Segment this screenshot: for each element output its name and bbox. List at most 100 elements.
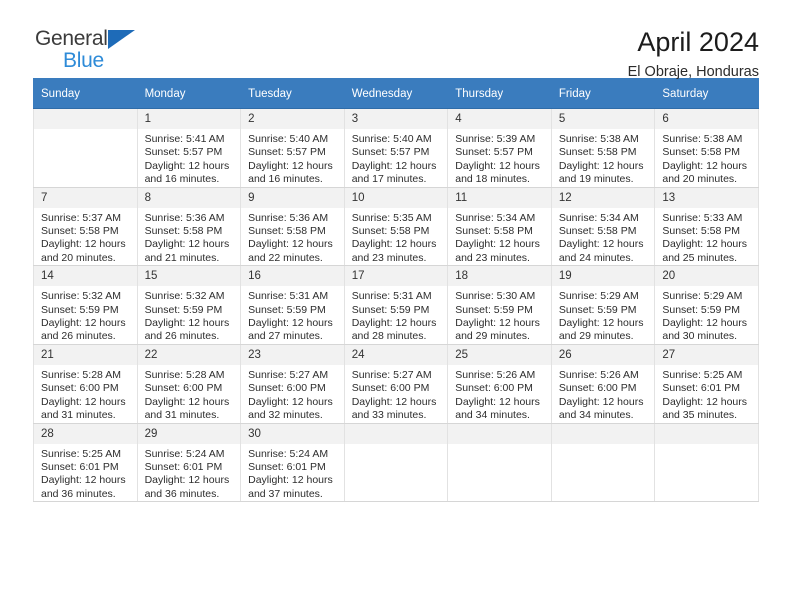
sunrise-text: Sunrise: 5:28 AM [41, 368, 121, 381]
title-block: April 2024 El Obraje, Honduras [628, 26, 759, 81]
sunrise-text: Sunrise: 5:39 AM [455, 133, 536, 145]
daylight-text-line2: and 31 minutes. [41, 409, 116, 422]
sunset-text: Sunset: 5:57 PM [248, 146, 326, 159]
calendar-day-number [34, 109, 137, 129]
daylight-text-line2: and 23 minutes. [455, 251, 530, 264]
calendar-day-cell[interactable]: 25 Sunrise: 5:26 AM Sunset: 6:00 PM Dayligh… [447, 344, 552, 424]
calendar-day-cell[interactable]: 13 Sunrise: 5:33 AM Sunset: 5:58 PM Dayligh… [654, 187, 759, 267]
calendar-day-cell[interactable]: 12 Sunrise: 5:34 AM Sunset: 5:58 PM Dayligh… [550, 187, 656, 267]
sunset-text: Sunset: 6:00 PM [248, 382, 326, 395]
calendar-day-cell[interactable]: 8 Sunrise: 5:36 AM Sunset: 5:58 PM Daylight… [136, 187, 242, 267]
calendar-day-details: Sunrise: 5:41 AM Sunset: 5:57 PM Daylight:… [138, 129, 241, 187]
sunrise-text: Sunrise: 5:28 AM [144, 368, 225, 381]
calendar-day-number: 2 [241, 109, 344, 129]
calendar-day-cell[interactable]: 17 Sunrise: 5:31 AM Sunset: 5:59 PM Dayligh… [343, 265, 449, 345]
calendar-day-cell-empty [343, 423, 449, 503]
calendar-day-cell[interactable]: 27 Sunrise: 5:25 AM Sunset: 6:01 PM Dayligh… [654, 344, 759, 424]
calendar-day-cell[interactable]: 1 Sunrise: 5:41 AM Sunset: 5:57 PM Daylight… [136, 108, 242, 188]
sunrise-text: Sunrise: 5:34 AM [558, 211, 639, 224]
daylight-text-line2: and 30 minutes. [662, 330, 738, 343]
calendar-day-cell[interactable]: 7 Sunrise: 5:37 AM Sunset: 5:58 PM Daylight… [33, 187, 138, 267]
daylight-text-line2: and 21 minutes. [144, 251, 220, 264]
calendar-day-details: Sunrise: 5:39 AM Sunset: 5:57 PM Daylight:… [448, 129, 551, 187]
sunrise-text: Sunrise: 5:29 AM [558, 290, 639, 303]
daylight-text-line1: Daylight: 12 hours [248, 238, 333, 251]
logo-triangle-icon [108, 30, 135, 49]
daylight-text-line2: and 29 minutes. [455, 330, 530, 343]
calendar-day-cell[interactable]: 3 Sunrise: 5:40 AM Sunset: 5:57 PM Daylight… [343, 108, 449, 188]
sunset-text: Sunset: 5:58 PM [662, 225, 741, 238]
weekday-header-tuesday: Tuesday [240, 78, 345, 109]
sunset-text: Sunset: 5:58 PM [144, 225, 223, 238]
calendar-day-cell-empty [447, 423, 552, 503]
sunset-text: Sunset: 5:59 PM [248, 303, 326, 316]
calendar-day-cell[interactable]: 9 Sunrise: 5:36 AM Sunset: 5:58 PM Daylight… [240, 187, 345, 267]
daylight-text-line2: and 25 minutes. [662, 251, 738, 264]
calendar-day-number: 13 [655, 187, 758, 208]
calendar-day-cell[interactable]: 16 Sunrise: 5:31 AM Sunset: 5:59 PM Dayligh… [240, 265, 345, 345]
calendar-day-cell[interactable]: 19 Sunrise: 5:29 AM Sunset: 5:59 PM Dayligh… [550, 265, 656, 345]
calendar-day-cell[interactable]: 23 Sunrise: 5:27 AM Sunset: 6:00 PM Dayligh… [240, 344, 345, 424]
calendar-day-cell[interactable]: 10 Sunrise: 5:35 AM Sunset: 5:58 PM Dayligh… [343, 187, 449, 267]
sunset-text: Sunset: 5:58 PM [41, 225, 119, 238]
calendar-day-number: 29 [137, 423, 241, 444]
daylight-text-line1: Daylight: 12 hours [144, 395, 230, 408]
calendar-day-cell[interactable]: 30 Sunrise: 5:24 AM Sunset: 6:01 PM Dayligh… [240, 423, 345, 503]
calendar-day-details: Sunrise: 5:34 AM Sunset: 5:58 PM Daylight:… [552, 208, 655, 266]
calendar-day-details: Sunrise: 5:29 AM Sunset: 5:59 PM Daylight:… [655, 286, 758, 344]
calendar-day-cell[interactable]: 26 Sunrise: 5:26 AM Sunset: 6:00 PM Dayligh… [550, 344, 656, 424]
generalblue-logo[interactable]: General Blue [33, 26, 153, 78]
calendar-week-row: 28 Sunrise: 5:25 AM Sunset: 6:01 PM Dayligh… [33, 423, 759, 503]
calendar-day-cell[interactable]: 11 Sunrise: 5:34 AM Sunset: 5:58 PM Dayligh… [447, 187, 552, 267]
sunset-text: Sunset: 5:59 PM [558, 303, 637, 316]
daylight-text-line2: and 16 minutes. [248, 173, 323, 186]
logo-text-general: General [35, 27, 108, 50]
calendar-page: General Blue April 2024 El Obraje, Hondu… [0, 0, 792, 612]
page-header: General Blue April 2024 El Obraje, Hondu… [33, 0, 759, 80]
daylight-text-line1: Daylight: 12 hours [41, 238, 126, 251]
calendar-day-cell[interactable]: 5 Sunrise: 5:38 AM Sunset: 5:58 PM Daylight… [550, 108, 656, 188]
sunrise-text: Sunrise: 5:34 AM [455, 211, 536, 224]
sunset-text: Sunset: 5:58 PM [455, 225, 533, 238]
daylight-text-line1: Daylight: 12 hours [351, 395, 437, 408]
daylight-text-line2: and 26 minutes. [41, 330, 116, 343]
calendar-day-number: 23 [241, 344, 344, 365]
calendar-day-cell[interactable]: 21 Sunrise: 5:28 AM Sunset: 6:00 PM Dayligh… [33, 344, 138, 424]
calendar-day-number: 27 [655, 344, 758, 365]
calendar-day-number [344, 423, 448, 444]
sunset-text: Sunset: 5:57 PM [144, 146, 223, 159]
calendar-day-cell[interactable]: 20 Sunrise: 5:29 AM Sunset: 5:59 PM Dayligh… [654, 265, 759, 345]
daylight-text-line2: and 16 minutes. [144, 173, 220, 186]
calendar-day-cell[interactable]: 22 Sunrise: 5:28 AM Sunset: 6:00 PM Dayligh… [136, 344, 242, 424]
calendar-day-cell[interactable]: 4 Sunrise: 5:39 AM Sunset: 5:57 PM Daylight… [447, 108, 552, 188]
calendar-day-details: Sunrise: 5:28 AM Sunset: 6:00 PM Daylight:… [34, 365, 137, 423]
sunrise-text: Sunrise: 5:32 AM [41, 290, 121, 303]
calendar-table: Sunday Monday Tuesday Wednesday Thursday… [33, 78, 759, 503]
calendar-day-cell[interactable]: 15 Sunrise: 5:32 AM Sunset: 5:59 PM Dayligh… [136, 265, 242, 345]
calendar-day-cell[interactable]: 29 Sunrise: 5:24 AM Sunset: 6:01 PM Dayligh… [136, 423, 242, 503]
sunrise-text: Sunrise: 5:25 AM [41, 447, 121, 460]
daylight-text-line1: Daylight: 12 hours [455, 159, 540, 172]
calendar-day-cell[interactable]: 24 Sunrise: 5:27 AM Sunset: 6:00 PM Dayligh… [343, 344, 449, 424]
calendar-day-number: 18 [448, 266, 551, 287]
sunset-text: Sunset: 6:00 PM [558, 382, 637, 395]
calendar-day-cell[interactable]: 2 Sunrise: 5:40 AM Sunset: 5:57 PM Daylight… [240, 108, 345, 188]
sunset-text: Sunset: 6:01 PM [662, 382, 741, 395]
calendar-day-number: 14 [34, 266, 137, 287]
sunrise-text: Sunrise: 5:36 AM [248, 211, 329, 224]
calendar-week-row: 1 Sunrise: 5:41 AM Sunset: 5:57 PM Daylight… [33, 108, 759, 188]
daylight-text-line1: Daylight: 12 hours [662, 317, 748, 330]
calendar-day-cell[interactable]: 28 Sunrise: 5:25 AM Sunset: 6:01 PM Dayligh… [33, 423, 138, 503]
sunset-text: Sunset: 6:00 PM [41, 382, 119, 395]
calendar-day-cell[interactable]: 18 Sunrise: 5:30 AM Sunset: 5:59 PM Dayligh… [447, 265, 552, 345]
daylight-text-line2: and 20 minutes. [41, 251, 116, 264]
daylight-text-line1: Daylight: 12 hours [351, 159, 437, 172]
calendar-day-details: Sunrise: 5:29 AM Sunset: 5:59 PM Daylight:… [552, 286, 655, 344]
calendar-day-number: 8 [137, 187, 241, 208]
calendar-day-cell[interactable]: 14 Sunrise: 5:32 AM Sunset: 5:59 PM Dayligh… [33, 265, 138, 345]
daylight-text-line1: Daylight: 12 hours [144, 474, 230, 487]
calendar-day-details: Sunrise: 5:27 AM Sunset: 6:00 PM Daylight:… [345, 365, 448, 423]
calendar-day-number [655, 423, 758, 444]
calendar-day-cell[interactable]: 6 Sunrise: 5:38 AM Sunset: 5:58 PM Daylight… [654, 108, 759, 188]
calendar-day-number: 16 [241, 266, 344, 287]
